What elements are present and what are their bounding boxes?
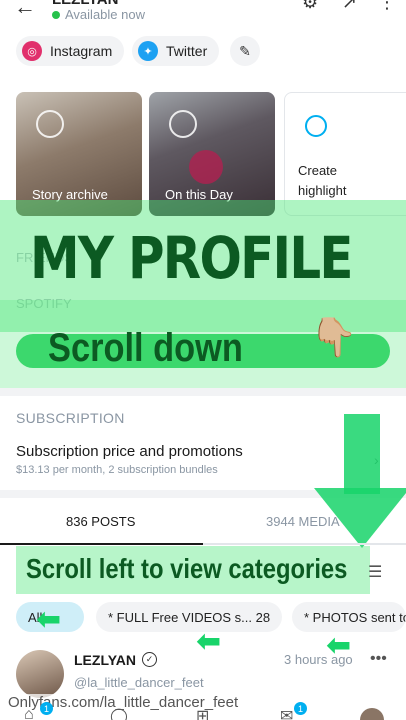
more-vertical-icon[interactable]: ⋮ <box>378 0 396 13</box>
pencil-icon: ✎ <box>239 42 251 59</box>
category-pill-videos[interactable]: * FULL Free VIDEOS s... 28 <box>96 602 283 632</box>
subscription-main-text: Subscription price and promotions <box>16 443 243 460</box>
twitter-label: Twitter <box>166 43 208 59</box>
share-icon[interactable]: ↗ <box>342 0 357 13</box>
post-author-name[interactable]: LEZLYAN <box>74 652 136 668</box>
tab-posts[interactable]: 836 POSTS <box>66 514 135 529</box>
overlay-title: MY PROFILE <box>30 224 354 292</box>
more-horizontal-icon[interactable]: ••• <box>370 650 387 668</box>
twitter-icon: ✦ <box>138 41 158 61</box>
instagram-chip[interactable]: ◎ Instagram <box>16 36 125 66</box>
online-status-text: Available now <box>65 7 145 22</box>
pointing-down-hand-icon: 👇🏼 <box>310 317 358 359</box>
profile-screen: ← LEZLYAN Available now ⚙ ↗ ⋮ ◎ Instagra… <box>0 0 406 720</box>
highlight-create[interactable]: Create highlight <box>284 92 406 216</box>
home-badge: 1 <box>40 702 53 715</box>
calendar-icon <box>169 110 197 138</box>
tab-media[interactable]: 3944 MEDIA <box>266 514 340 529</box>
filter-icon[interactable]: ☰ <box>368 562 382 582</box>
gear-icon[interactable]: ⚙ <box>302 0 318 13</box>
profile-header: ← LEZLYAN Available now ⚙ ↗ ⋮ <box>0 0 406 30</box>
nav-avatar[interactable] <box>360 708 384 720</box>
instagram-label: Instagram <box>50 43 113 59</box>
left-arrow-overlay-icon: ⬅ <box>196 625 222 658</box>
category-label: * FULL Free VIDEOS s... 28 <box>108 609 271 625</box>
instagram-icon: ◎ <box>22 41 42 61</box>
online-status: Available now <box>52 7 145 22</box>
highlight-label: Create highlight <box>298 163 347 198</box>
notifications-icon[interactable]: ◯ <box>110 706 128 720</box>
section-divider <box>0 388 406 396</box>
messages-badge: 1 <box>294 702 307 715</box>
avatar[interactable] <box>16 650 64 698</box>
category-label: * PHOTOS sent to <box>304 609 406 625</box>
tab-active-indicator <box>0 543 203 545</box>
add-highlight-icon <box>305 115 327 137</box>
highlight-story-archive[interactable]: Story archive <box>16 92 142 216</box>
home-icon[interactable]: ⌂ <box>24 706 34 720</box>
post-timestamp: 3 hours ago <box>284 652 353 667</box>
edit-socials-button[interactable]: ✎ <box>230 36 260 66</box>
messages-icon[interactable]: ✉ <box>280 706 293 720</box>
highlight-on-this-day[interactable]: On this Day <box>149 92 275 216</box>
subscription-detail-text: $13.13 per month, 2 subscription bundles <box>16 464 218 476</box>
online-dot-icon <box>52 11 60 19</box>
back-arrow-icon[interactable]: ← <box>14 0 36 20</box>
left-arrow-overlay-icon: ⬅ <box>36 603 62 636</box>
history-icon <box>36 110 64 138</box>
scroll-left-text: Scroll left to view categories <box>26 553 348 584</box>
post-author-handle[interactable]: @la_little_dancer_feet <box>74 675 204 690</box>
subscription-section-title: SUBSCRIPTION <box>16 410 125 426</box>
down-arrow-overlay-icon <box>344 414 380 494</box>
twitter-chip[interactable]: ✦ Twitter <box>132 36 220 66</box>
verified-badge-icon: ✓ <box>142 652 157 667</box>
add-post-icon[interactable]: ⊞ <box>196 706 209 720</box>
overlay-scroll-down: Scroll down <box>48 326 243 370</box>
